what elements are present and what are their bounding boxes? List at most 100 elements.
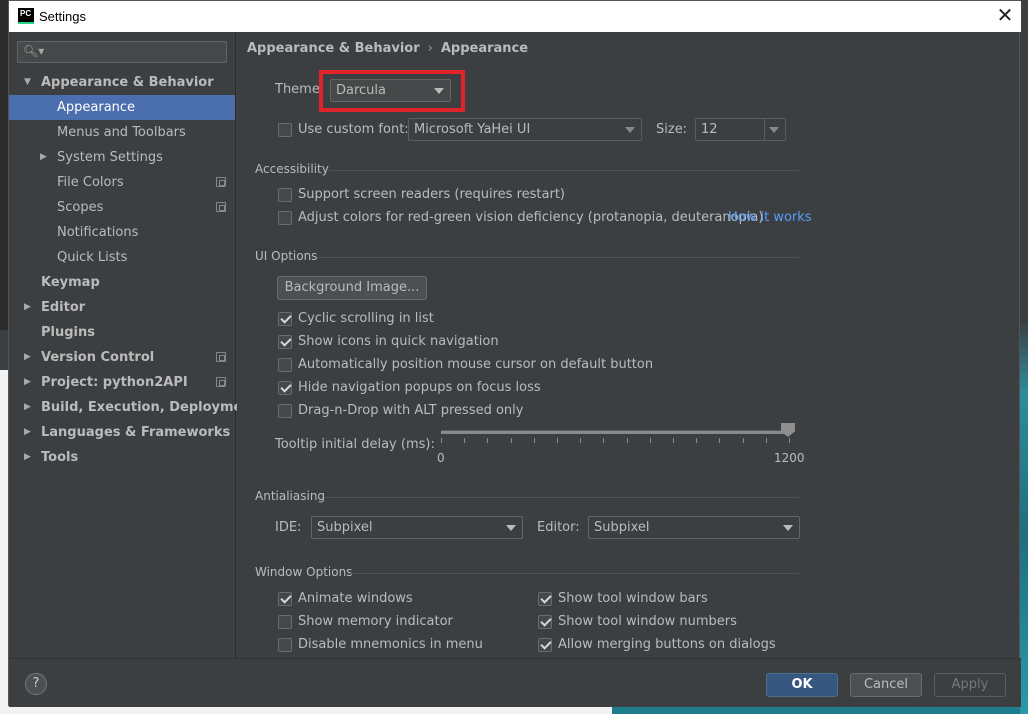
background-editor-left — [0, 370, 8, 714]
sidebar-item[interactable]: Quick Lists — [9, 245, 235, 270]
window-option-label: Show tool window bars — [558, 591, 708, 606]
slider-thumb[interactable] — [781, 423, 795, 437]
editor-aa-label: Editor: — [537, 520, 580, 535]
custom-font-select[interactable]: Microsoft YaHei UI — [408, 118, 642, 141]
sidebar-item[interactable]: Plugins — [9, 320, 235, 345]
font-size-divider — [764, 119, 765, 140]
chevron-down-icon — [625, 127, 635, 133]
sidebar-item[interactable]: ▶ System Settings — [9, 145, 235, 170]
screen-readers-label: Support screen readers (requires restart… — [298, 187, 565, 202]
sidebar-item[interactable]: Notifications — [9, 220, 235, 245]
tooltip-delay-slider[interactable] — [441, 430, 789, 434]
sidebar-item[interactable]: ▶ Project: python2API — [9, 370, 235, 395]
sidebar-item[interactable]: ▶ Editor — [9, 295, 235, 320]
sidebar-item-label: Notifications — [57, 225, 139, 240]
window-title: Settings — [39, 9, 86, 24]
project-scope-icon — [216, 352, 226, 362]
how-it-works-link[interactable]: How it works — [728, 210, 812, 225]
color-adjust-label: Adjust colors for red-green vision defic… — [298, 210, 764, 225]
background-image-button[interactable]: Background Image... — [277, 276, 427, 300]
close-button[interactable]: ✕ — [991, 2, 1019, 30]
sidebar-item-label: Keymap — [41, 275, 100, 290]
sidebar-item[interactable]: ▶ Languages & Frameworks — [9, 420, 235, 445]
font-size-select[interactable]: 12 — [695, 118, 786, 141]
chevron-right-icon[interactable]: ▶ — [40, 145, 47, 170]
dialog-footer: ? OK Cancel Apply — [9, 658, 1021, 707]
editor-aa-select[interactable]: Subpixel — [588, 516, 800, 539]
color-adjust-checkbox[interactable] — [278, 211, 292, 225]
sidebar-item-label: Appearance & Behavior — [41, 75, 214, 90]
search-input[interactable]: 🔍︎▾ — [17, 41, 227, 63]
sidebar-item[interactable]: Scopes — [9, 195, 235, 220]
ide-aa-value: Subpixel — [317, 520, 373, 535]
sidebar-item[interactable]: ▶ Tools — [9, 445, 235, 470]
ui-option-checkbox[interactable] — [278, 312, 292, 326]
help-button[interactable]: ? — [25, 673, 47, 695]
cancel-button[interactable]: Cancel — [850, 673, 922, 697]
window-option-label: Show tool window numbers — [558, 614, 737, 629]
slider-tick — [441, 438, 442, 443]
ui-option-checkbox[interactable] — [278, 335, 292, 349]
divider — [324, 497, 799, 498]
antialiasing-title: Antialiasing — [255, 489, 326, 503]
screen-readers-checkbox[interactable] — [278, 188, 292, 202]
custom-font-value: Microsoft YaHei UI — [414, 122, 531, 137]
slider-tick — [742, 438, 744, 443]
breadcrumb: Appearance & Behavior › Appearance — [247, 41, 528, 56]
slider-tick — [649, 438, 651, 443]
slider-tick — [533, 438, 535, 443]
slider-max-label: 1200 — [774, 451, 805, 465]
sidebar-item-label: Tools — [41, 450, 79, 465]
slider-tick — [789, 438, 790, 443]
accessibility-title: Accessibility — [255, 162, 329, 176]
ui-options-title: UI Options — [255, 249, 318, 263]
apply-button[interactable]: Apply — [934, 673, 1006, 697]
window-option-checkbox[interactable] — [278, 592, 292, 606]
custom-font-label: Use custom font: — [298, 122, 409, 137]
ui-option-label: Cyclic scrolling in list — [298, 311, 434, 326]
slider-tick — [580, 438, 582, 443]
sidebar-item-label: Build, Execution, Deployment — [41, 400, 258, 415]
slider-tick — [696, 438, 698, 443]
ui-option-checkbox[interactable] — [278, 381, 292, 395]
divider — [329, 170, 799, 171]
chevron-right-icon[interactable]: ▶ — [24, 345, 31, 370]
window-option-checkbox[interactable] — [538, 638, 552, 652]
window-option-checkbox[interactable] — [278, 615, 292, 629]
sidebar-item-label: Languages & Frameworks — [41, 425, 231, 440]
ui-option-label: Show icons in quick navigation — [298, 334, 499, 349]
chevron-right-icon[interactable]: ▶ — [24, 445, 31, 470]
sidebar-item[interactable]: Keymap — [9, 270, 235, 295]
window-options-title: Window Options — [255, 565, 353, 579]
sidebar-item-label: Menus and Toolbars — [57, 125, 186, 140]
editor-aa-value: Subpixel — [594, 520, 650, 535]
window-option-checkbox[interactable] — [538, 592, 552, 606]
project-scope-icon — [216, 377, 226, 387]
ui-option-checkbox[interactable] — [278, 358, 292, 372]
ui-option-checkbox[interactable] — [278, 404, 292, 418]
sidebar-item[interactable]: Menus and Toolbars — [9, 120, 235, 145]
chevron-right-icon[interactable]: ▶ — [24, 420, 31, 445]
window-option-label: Disable mnemonics in menu — [298, 637, 483, 652]
project-scope-icon — [216, 177, 226, 187]
sidebar-item[interactable]: ▶ Version Control — [9, 345, 235, 370]
slider-tick — [557, 438, 558, 443]
sidebar-item[interactable]: Appearance — [9, 95, 235, 120]
custom-font-checkbox[interactable] — [278, 123, 292, 137]
chevron-right-icon[interactable]: ▶ — [24, 370, 31, 395]
window-option-checkbox[interactable] — [278, 638, 292, 652]
slider-tick — [765, 438, 767, 443]
ok-button[interactable]: OK — [766, 673, 838, 697]
sidebar-item[interactable]: ▼ Appearance & Behavior — [9, 70, 235, 95]
chevron-down-icon[interactable]: ▼ — [24, 70, 31, 95]
sidebar-item[interactable]: ▶ Build, Execution, Deployment — [9, 395, 258, 420]
chevron-right-icon[interactable]: ▶ — [24, 395, 31, 420]
chevron-right-icon[interactable]: ▶ — [24, 295, 31, 320]
sidebar-item-label: Version Control — [41, 350, 155, 365]
sidebar-item[interactable]: File Colors — [9, 170, 235, 195]
window-option-label: Show memory indicator — [298, 614, 453, 629]
title-bar: PC Settings ✕ — [9, 1, 1021, 32]
ide-aa-select[interactable]: Subpixel — [311, 516, 523, 539]
breadcrumb-parent[interactable]: Appearance & Behavior — [247, 41, 420, 56]
window-option-checkbox[interactable] — [538, 615, 552, 629]
